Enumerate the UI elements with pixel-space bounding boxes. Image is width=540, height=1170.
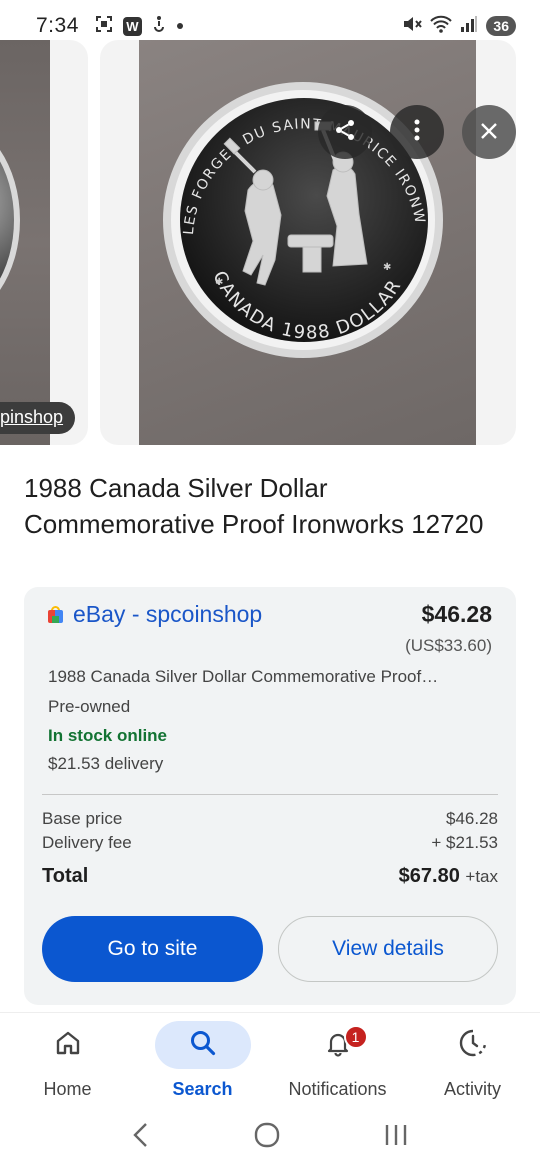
home-icon xyxy=(54,1029,82,1062)
back-icon[interactable] xyxy=(131,1121,151,1157)
nav-home[interactable]: Home xyxy=(0,1013,135,1109)
shopping-bag-icon xyxy=(48,606,63,623)
nav-search-icon-wrap xyxy=(154,1021,251,1069)
mute-icon xyxy=(402,15,423,38)
offer-price: $46.28 xyxy=(421,601,492,627)
screenshot-icon xyxy=(95,15,113,38)
main-image[interactable]: LES FORGES DU SAINT-MAURICE IRONWORKS CA… xyxy=(100,40,516,445)
nav-notifications-label: Notifications xyxy=(288,1079,387,1099)
svg-text:✱: ✱ xyxy=(383,262,391,273)
merchant-name[interactable]: eBay - spcoinshop xyxy=(73,601,262,628)
stock-status: In stock online xyxy=(48,726,168,745)
nav-activity-label: Activity xyxy=(443,1079,501,1099)
accessibility-icon xyxy=(152,15,166,38)
image-source-chip[interactable]: pinshop xyxy=(0,402,76,434)
bottom-nav: Home Search 1 Notifications Activity xyxy=(0,1012,540,1108)
activity-icon xyxy=(458,1028,488,1063)
nav-notifications[interactable]: 1 Notifications xyxy=(270,1013,405,1109)
system-nav-bar xyxy=(0,1108,540,1170)
nav-search[interactable]: Search xyxy=(135,1013,270,1109)
battery-badge: 36 xyxy=(486,16,516,36)
divider xyxy=(42,794,498,795)
nav-home-label: Home xyxy=(43,1079,92,1099)
home-circle-icon[interactable] xyxy=(253,1121,281,1157)
close-icon xyxy=(479,115,499,149)
offer-card: eBay - spcoinshop $46.28 (US$33.60) 1988… xyxy=(24,587,516,1005)
nav-activity[interactable]: Activity xyxy=(405,1013,540,1109)
nav-search-label: Search xyxy=(172,1079,233,1099)
tax-label: +tax xyxy=(465,867,498,886)
total-value: $67.80 +tax xyxy=(399,865,498,888)
nav-home-icon-wrap xyxy=(20,1021,116,1069)
merchant-row[interactable]: eBay - spcoinshop xyxy=(48,601,262,628)
nav-activity-icon-wrap xyxy=(425,1021,521,1069)
signal-icon xyxy=(460,15,478,38)
close-button[interactable] xyxy=(462,105,516,159)
offer-condition: Pre-owned xyxy=(48,697,131,716)
status-time: 7:34 xyxy=(36,14,79,37)
search-icon xyxy=(189,1029,217,1062)
wifi-icon xyxy=(430,15,453,38)
status-right: 36 xyxy=(402,15,516,38)
product-title: 1988 Canada Silver Dollar Commemorative … xyxy=(24,473,484,539)
notification-badge: 1 xyxy=(343,1025,368,1049)
share-button[interactable] xyxy=(318,105,372,159)
image-carousel[interactable]: pinshop LES FORGES DU SAINT-MAURIC xyxy=(0,40,540,445)
w-app-icon: W xyxy=(122,16,142,36)
nav-notifications-icon-wrap: 1 xyxy=(290,1021,386,1069)
total-label: Total xyxy=(42,865,89,887)
delivery-fee-label: Delivery fee xyxy=(42,833,132,852)
recents-icon[interactable] xyxy=(383,1122,409,1156)
share-icon xyxy=(333,118,357,147)
base-price-value: $46.28 xyxy=(446,809,498,828)
coin-photo: LES FORGES DU SAINT-MAURICE IRONWORKS CA… xyxy=(139,40,476,445)
total-amount: $67.80 xyxy=(398,865,460,887)
more-vert-icon xyxy=(414,117,420,148)
go-to-site-button[interactable]: Go to site xyxy=(42,916,263,982)
dot-icon xyxy=(176,17,184,35)
offer-price-usd: (US$33.60) xyxy=(405,636,492,655)
view-details-button[interactable]: View details xyxy=(278,916,498,982)
svg-text:✱: ✱ xyxy=(215,277,223,288)
offer-description: 1988 Canada Silver Dollar Commemorative … xyxy=(48,667,439,686)
delivery-fee-value: + $21.53 xyxy=(431,833,498,852)
more-options-button[interactable] xyxy=(390,105,444,159)
delivery-cost: $21.53 delivery xyxy=(48,754,164,773)
base-price-label: Base price xyxy=(42,809,123,828)
status-left-icons: W xyxy=(95,15,184,38)
previous-image[interactable]: pinshop xyxy=(0,40,88,445)
